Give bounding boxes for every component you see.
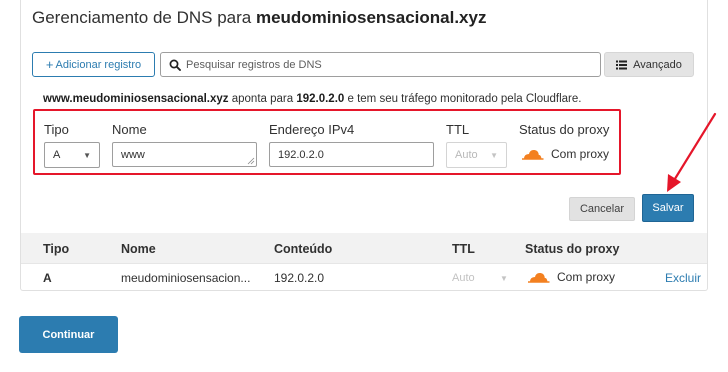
column-header-proxy: Status do proxy — [525, 242, 620, 256]
ttl-label: TTL — [446, 122, 470, 137]
chevron-down-icon: ▼ — [500, 274, 508, 283]
cloud-proxy-icon — [522, 149, 544, 160]
delete-record-link[interactable]: Excluir — [665, 271, 701, 285]
cancel-button[interactable]: Cancelar — [569, 197, 635, 221]
row-name[interactable]: meudominiosensacion... — [121, 271, 250, 285]
name-label: Nome — [112, 122, 147, 137]
column-header-content: Conteúdo — [274, 242, 333, 256]
type-label: Tipo — [44, 122, 69, 137]
continue-button[interactable]: Continuar — [19, 316, 118, 353]
filter-list-icon — [616, 60, 628, 69]
search-box[interactable] — [160, 52, 601, 77]
type-select[interactable]: A ▼ — [44, 142, 100, 168]
add-record-button[interactable]: + Adicionar registro — [32, 52, 155, 77]
chevron-down-icon: ▼ — [83, 151, 91, 160]
save-button[interactable]: Salvar — [642, 194, 694, 222]
record-info-text: www.meudominiosensacional.xyz aponta par… — [43, 93, 582, 105]
proxy-status-toggle[interactable]: Com proxy — [521, 147, 609, 161]
row-ttl: Auto — [452, 272, 475, 284]
proxy-status-label: Status do proxy — [519, 122, 610, 137]
column-header-ttl: TTL — [452, 242, 475, 256]
ipv4-label: Endereço IPv4 — [269, 122, 355, 137]
search-icon — [169, 59, 181, 71]
column-header-name: Nome — [121, 242, 156, 256]
ipv4-input[interactable]: 192.0.2.0 — [269, 142, 434, 167]
row-divider — [21, 263, 707, 264]
name-input[interactable]: www — [112, 142, 257, 167]
column-header-type: Tipo — [43, 242, 70, 256]
annotation-arrow-icon — [667, 112, 717, 192]
chevron-down-icon: ▼ — [490, 151, 498, 160]
plus-icon: + — [45, 57, 54, 72]
page-title: Gerenciamento de DNS para meudominiosens… — [32, 8, 487, 27]
row-content: 192.0.2.0 — [274, 271, 325, 285]
row-type: A — [43, 271, 52, 285]
ttl-select: Auto ▼ — [446, 142, 507, 168]
cloud-proxy-icon — [528, 272, 550, 283]
advanced-button[interactable]: Avançado — [604, 52, 694, 77]
search-input[interactable] — [186, 58, 586, 71]
row-proxy-status[interactable]: Com proxy — [527, 270, 615, 284]
resize-handle-icon[interactable] — [247, 157, 255, 165]
